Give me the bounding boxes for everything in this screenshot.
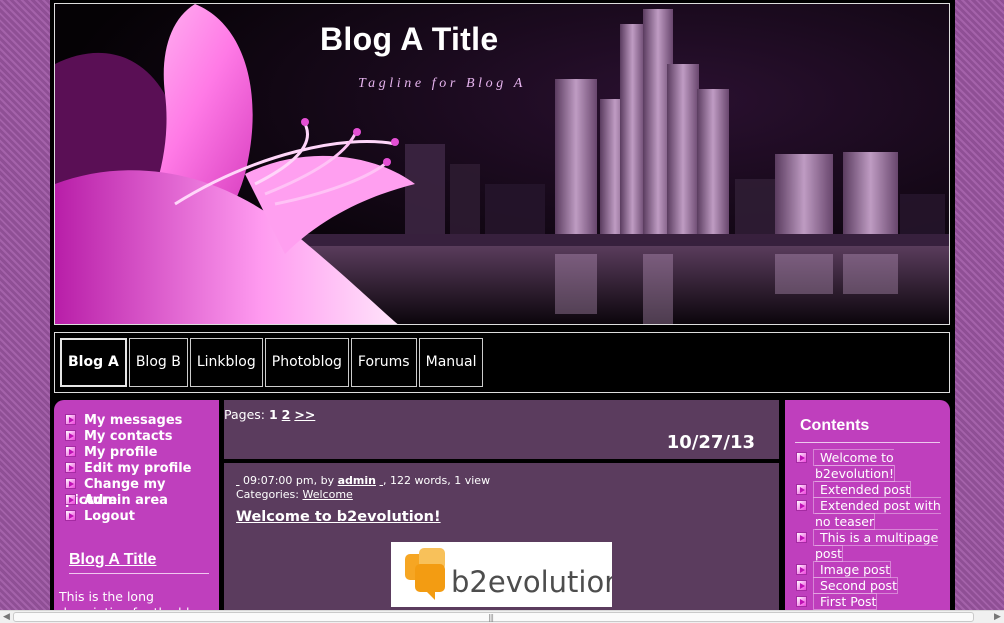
arrow-bullet-icon — [65, 494, 76, 505]
arrow-bullet-icon — [65, 462, 76, 473]
list-item: Welcome to b2evolution! — [796, 449, 944, 482]
divider — [795, 442, 940, 443]
contents-link-second-post[interactable]: Second post — [813, 577, 898, 594]
logout-link[interactable]: Logout — [84, 509, 135, 524]
sidebar-blog-title[interactable]: Blog A Title — [69, 551, 209, 574]
header-banner-image — [55, 4, 949, 324]
list-item[interactable]: My profile — [65, 445, 219, 461]
admin-area-link[interactable]: Admin area — [84, 493, 168, 508]
list-item[interactable]: Logout — [65, 509, 219, 525]
contents-link-multipage[interactable]: This is a multipage post — [813, 529, 939, 562]
tab-photoblog[interactable]: Photoblog — [264, 338, 349, 387]
contents-link-first-post[interactable]: First Post — [813, 593, 878, 610]
list-item: Extended post with no teaser — [796, 497, 944, 530]
list-item[interactable]: My messages — [65, 413, 219, 429]
arrow-bullet-icon — [796, 484, 807, 495]
author-link[interactable]: admin — [338, 474, 376, 487]
b2evolution-logo: b2evolution — [391, 542, 623, 607]
my-profile-link[interactable]: My profile — [84, 445, 158, 460]
tab-blog-b[interactable]: Blog B — [128, 338, 188, 387]
right-sidebar: Contents Welcome to b2evolution! Extende… — [785, 400, 950, 610]
scrollbar-thumb[interactable]: ||| — [13, 612, 974, 622]
arrow-bullet-icon — [65, 478, 76, 489]
b2evolution-logo-icon: b2evolution — [405, 548, 623, 600]
arrow-bullet-icon — [65, 446, 76, 457]
contents-list: Welcome to b2evolution! Extended post Ex… — [796, 449, 944, 610]
page-container: Blog A Title Tagline for Blog A Blog A B… — [50, 0, 955, 610]
contents-link-extended-no-teaser[interactable]: Extended post with no teaser — [813, 497, 941, 530]
word-count: 122 words — [389, 474, 448, 487]
list-item: This is a multipage post — [796, 529, 944, 562]
post-title[interactable]: Welcome to b2evolution! — [236, 509, 441, 525]
list-item[interactable]: My contacts — [65, 429, 219, 445]
blog-title[interactable]: Blog A Title — [320, 21, 498, 58]
contents-link-extended[interactable]: Extended post — [813, 481, 912, 498]
arrow-bullet-icon — [796, 596, 807, 607]
list-item: First Post — [796, 593, 944, 610]
post-time: 09:07:00 pm — [243, 474, 314, 487]
logo-text: b2evolution — [451, 565, 612, 599]
grip-icon: ||| — [488, 613, 494, 622]
main-header-bar: Pages: 1 2 >> 10/27/13 — [224, 400, 779, 459]
left-sidebar: My messages My contacts My profile Edit … — [54, 400, 219, 610]
next-page-link[interactable]: >> — [294, 407, 315, 422]
date-header: 10/27/13 — [666, 432, 755, 453]
arrow-bullet-icon — [796, 532, 807, 543]
scroll-right-icon[interactable]: ▶ — [992, 612, 1003, 623]
contents-title: Contents — [800, 417, 870, 434]
list-item: Extended post — [796, 481, 944, 498]
arrow-bullet-icon — [65, 414, 76, 425]
edit-profile-link[interactable]: Edit my profile — [84, 461, 192, 476]
blog-navigation: Blog A Blog B Linkblog Photoblog Forums … — [54, 332, 950, 393]
arrow-bullet-icon — [65, 510, 76, 521]
tab-blog-a[interactable]: Blog A — [60, 338, 127, 387]
contents-link-image-post[interactable]: Image post — [813, 561, 892, 578]
horizontal-scrollbar[interactable]: ◀ ||| ▶ — [0, 610, 1004, 623]
my-contacts-link[interactable]: My contacts — [84, 429, 172, 444]
list-item: Image post — [796, 561, 944, 578]
arrow-bullet-icon — [796, 580, 807, 591]
pagination: Pages: 1 2 >> — [224, 407, 315, 422]
user-tools-list: My messages My contacts My profile Edit … — [54, 400, 219, 525]
list-item: Second post — [796, 577, 944, 594]
view-count: 1 view — [454, 474, 491, 487]
list-item[interactable]: Edit my profile — [65, 461, 219, 477]
category-link[interactable]: Welcome — [303, 488, 353, 501]
categories-label: Categories: — [236, 488, 299, 501]
my-messages-link[interactable]: My messages — [84, 413, 182, 428]
post-meta: 09:07:00 pm, by admin , 122 words, 1 vie… — [236, 474, 491, 501]
arrow-bullet-icon — [796, 500, 807, 511]
blog-tagline: Tagline for Blog A — [358, 76, 526, 91]
arrow-bullet-icon — [65, 430, 76, 441]
blog-header: Blog A Title Tagline for Blog A — [54, 3, 950, 325]
tab-manual[interactable]: Manual — [418, 338, 484, 387]
post: 09:07:00 pm, by admin , 122 words, 1 vie… — [224, 463, 779, 610]
page-1-link[interactable]: 1 — [269, 407, 278, 422]
contents-link-welcome[interactable]: Welcome to b2evolution! — [813, 449, 895, 482]
by-label: by — [320, 474, 335, 487]
permalink-icon[interactable] — [236, 474, 240, 487]
tab-linkblog[interactable]: Linkblog — [189, 338, 263, 387]
list-item[interactable]: Admin area — [65, 493, 219, 509]
scroll-left-icon[interactable]: ◀ — [1, 612, 12, 623]
author-extra-link[interactable] — [379, 474, 383, 487]
pages-label: Pages: — [224, 407, 265, 422]
page-2-link[interactable]: 2 — [282, 407, 291, 422]
arrow-bullet-icon — [796, 452, 807, 463]
arrow-bullet-icon — [796, 564, 807, 575]
list-item[interactable]: Change my picture — [65, 477, 219, 508]
blog-description: This is the long description for the blo… — [59, 589, 205, 610]
tab-forums[interactable]: Forums — [350, 338, 417, 387]
